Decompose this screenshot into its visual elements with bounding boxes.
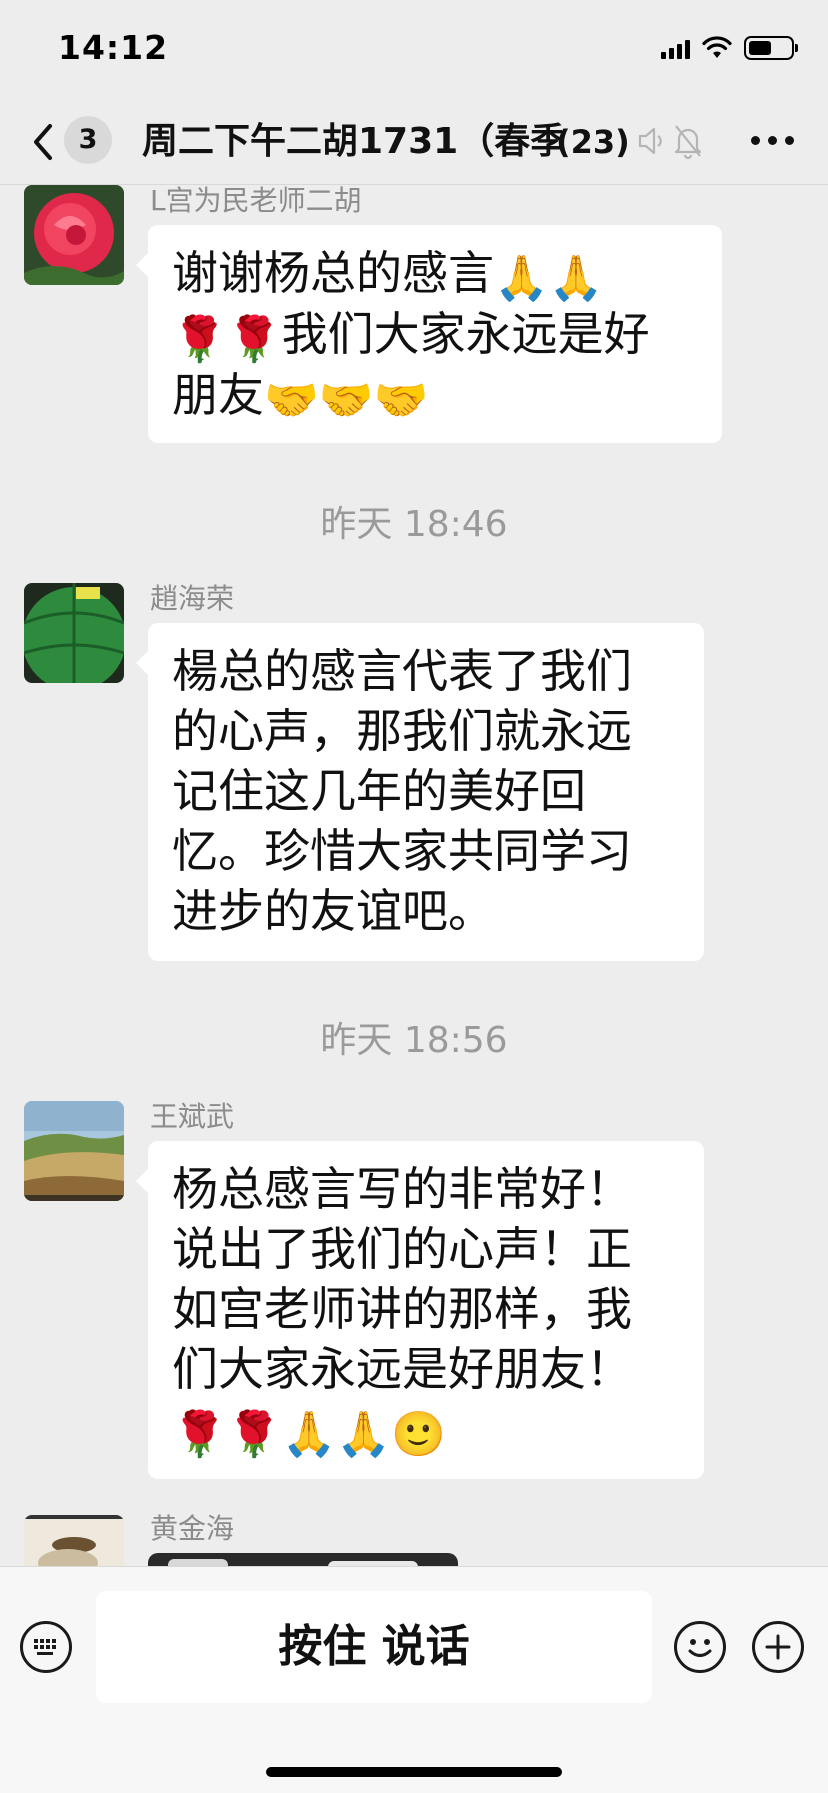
message-line: 进步的友谊吧。 (172, 884, 494, 938)
rose-icon: 🌹 (226, 1409, 282, 1460)
handshake-icon: 🤝 (318, 375, 374, 426)
message-list[interactable]: L宫为民老师二胡 谢谢杨总的感言🙏🙏 🌹🌹我们大家永远是好 朋友🤝🤝🤝 昨天 1… (0, 185, 828, 1566)
photo-avatar-image (24, 1515, 124, 1566)
timestamp: 昨天 18:56 (320, 1020, 508, 1061)
praying-hands-icon: 🙏 (336, 1409, 392, 1460)
handshake-icon: 🤝 (264, 375, 319, 426)
ellipsis-icon[interactable] (751, 136, 794, 145)
input-bar: 按住 说话 (0, 1566, 828, 1793)
bell-slash-icon (674, 125, 702, 160)
rose-icon: 🌹 (172, 1409, 227, 1460)
unread-badge[interactable]: 3 (64, 116, 112, 164)
message-line: 们大家永远是好朋友！ (172, 1342, 632, 1396)
message-line: 谢谢杨总的感言 (172, 246, 494, 300)
avatar[interactable] (24, 1515, 124, 1566)
smiley-icon[interactable] (674, 1621, 726, 1673)
plus-icon[interactable] (752, 1621, 804, 1673)
battery-icon (744, 36, 798, 60)
message-bubble[interactable]: 楊总的感言代表了我们 的心声，那我们就永远 记住这几年的美好回 忆。珍惜大家共同… (136, 623, 704, 961)
avatar[interactable] (24, 583, 124, 683)
sender-name: L宫为民老师二胡 (150, 185, 362, 217)
praying-hands-icon: 🙏 (281, 1409, 337, 1460)
sender-name: 王斌武 (150, 1100, 235, 1133)
status-icons (661, 30, 798, 66)
message-bubble[interactable]: 谢谢杨总的感言🙏🙏 🌹🌹我们大家永远是好 朋友🤝🤝🤝 (136, 225, 722, 443)
praying-hands-icon: 🙏 (494, 253, 549, 304)
avatar[interactable] (24, 1101, 124, 1201)
timestamp: 昨天 18:46 (320, 504, 508, 545)
message-line: 如宫老师讲的那样，我 (172, 1282, 632, 1336)
status-time: 14:12 (58, 28, 169, 67)
message-line: 杨总感言写的非常好！ (172, 1162, 632, 1216)
status-bar: 14:12 (0, 0, 828, 100)
landscape-avatar-image (24, 1101, 124, 1201)
avatar[interactable] (24, 185, 124, 285)
handshake-icon: 🤝 (373, 375, 429, 426)
praying-hands-icon: 🙏 (548, 253, 604, 304)
message-line: 楊总的感言代表了我们 (172, 644, 632, 698)
rose-icon: 🌹 (172, 314, 227, 365)
chat-title[interactable]: 周二下午二胡1731（春季） (142, 118, 562, 166)
message-bubble[interactable]: 杨总感言写的非常好！ 说出了我们的心声！正 如宫老师讲的那样，我 们大家永远是好… (136, 1141, 704, 1479)
message-text: 杨总感言写的非常好！ 说出了我们的心声！正 如宫老师讲的那样，我 们大家永远是好… (172, 1159, 680, 1460)
green-ball-avatar-image (24, 583, 124, 683)
keyboard-icon[interactable] (20, 1621, 72, 1673)
rose-icon: 🌹 (226, 314, 282, 365)
message-line: 我们大家永远是好 (281, 307, 650, 361)
sender-name: 黄金海 (150, 1512, 235, 1545)
image-message[interactable] (148, 1553, 458, 1566)
smiley-icon: 🙂 (391, 1409, 446, 1460)
hold-to-talk-button[interactable]: 按住 说话 (96, 1591, 652, 1703)
member-count[interactable]: (23) (556, 118, 630, 166)
signal-icon (661, 37, 690, 59)
home-indicator (266, 1767, 562, 1777)
sender-name: 趙海荣 (150, 582, 235, 615)
message-line: 朋友 (172, 368, 264, 422)
chevron-left-icon[interactable] (28, 118, 58, 166)
wifi-icon (702, 36, 732, 58)
chat-header: 3 周二下午二胡1731（春季） (23) (0, 100, 828, 185)
message-line: 说出了我们的心声！正 (172, 1222, 632, 1276)
rose-avatar-image (24, 185, 124, 285)
message-text: 谢谢杨总的感言🙏🙏 🌹🌹我们大家永远是好 朋友🤝🤝🤝 (172, 243, 698, 426)
message-line: 的心声，那我们就永远 (172, 704, 632, 758)
message-line: 忆。珍惜大家共同学习 (172, 824, 632, 878)
message-line: 记住这几年的美好回 (172, 764, 586, 818)
message-text: 楊总的感言代表了我们 的心声，那我们就永远 记住这几年的美好回 忆。珍惜大家共同… (172, 641, 680, 941)
speaker-off-icon (638, 127, 662, 155)
